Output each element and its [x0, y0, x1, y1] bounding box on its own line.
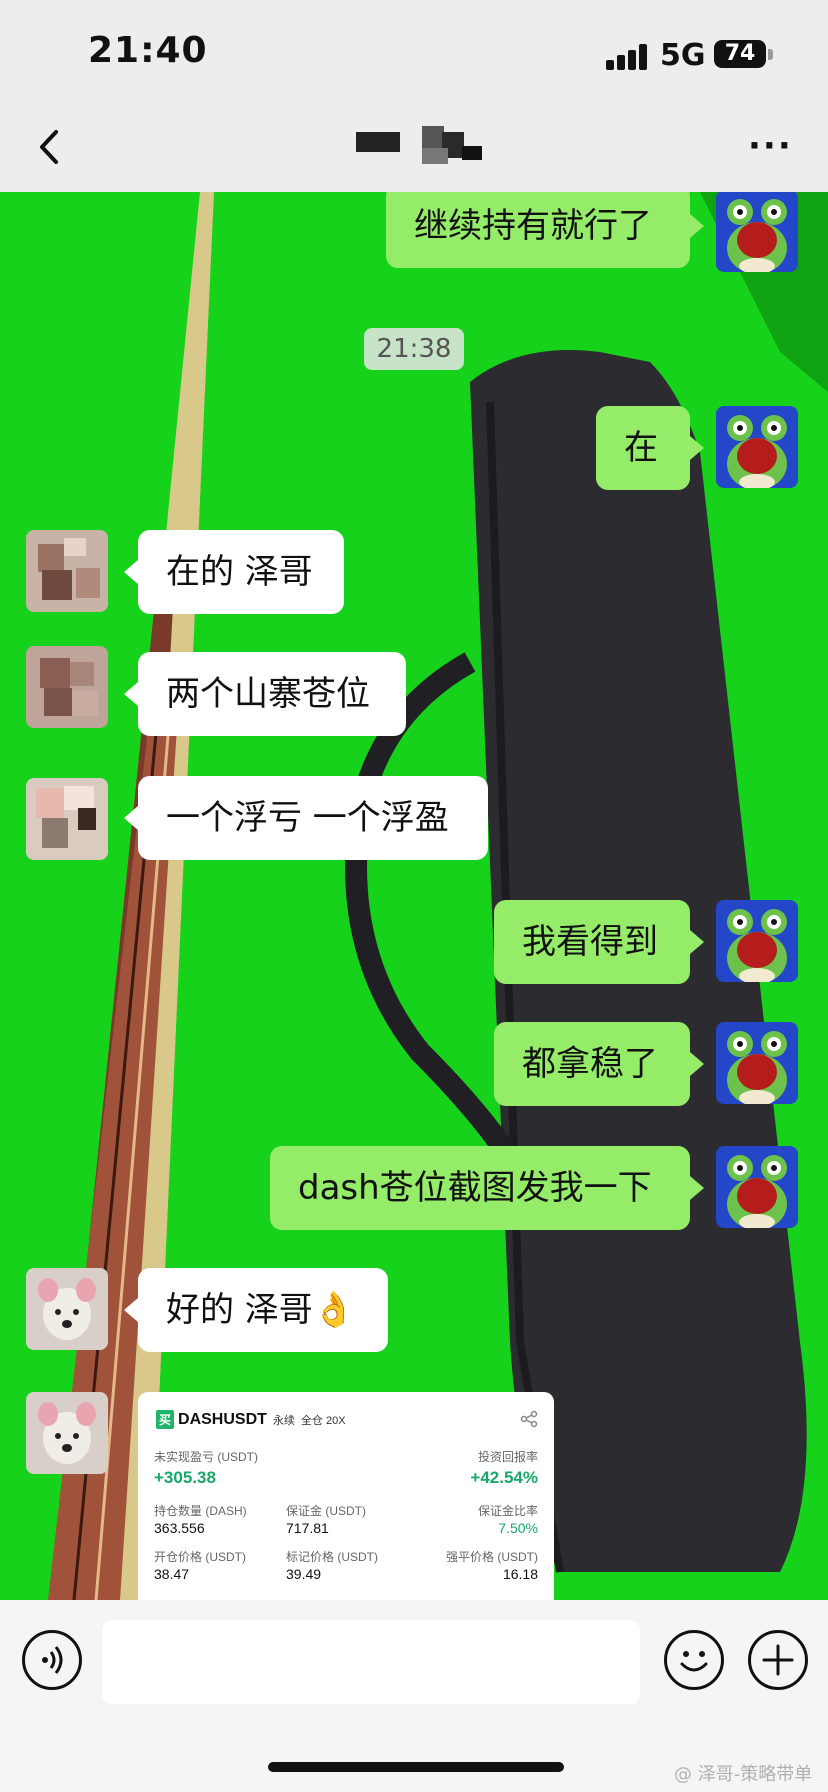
message-bubble-contact[interactable]: 一个浮亏 一个浮盈 — [138, 776, 488, 860]
back-button[interactable] — [30, 122, 70, 172]
message-bubble-me[interactable]: 继续持有就行了 — [386, 192, 690, 268]
contact-avatar[interactable] — [26, 1392, 108, 1474]
dog-avatar-icon — [26, 1268, 108, 1350]
battery-tip — [768, 49, 773, 60]
input-bar: @ 泽哥-策略带单 — [0, 1600, 828, 1792]
mark-value: 39.49 — [286, 1566, 322, 1582]
chat-header: ··· — [0, 100, 828, 192]
chat-area: 继续持有就行了 21:38 在 在的 泽哥 两个山寨苍位 一个浮亏 一个浮盈 我… — [0, 192, 828, 1600]
frog-avatar-icon — [716, 192, 798, 272]
contact-avatar[interactable] — [26, 778, 108, 860]
contact-avatar[interactable] — [26, 646, 108, 728]
entry-value: 38.47 — [154, 1566, 190, 1582]
position-screenshot-card[interactable]: 买 DASHUSDT 永续 全仓 20X 未实现盈亏 (USDT) +305.38 投… — [138, 1392, 554, 1600]
unrealized-value: +305.38 — [154, 1468, 216, 1487]
message-bubble-me[interactable]: 在 — [596, 406, 690, 490]
emoji-icon — [680, 1651, 708, 1672]
card-symbol-row: 买 DASHUSDT 永续 全仓 20X — [156, 1410, 346, 1429]
signal-icon — [606, 44, 650, 70]
my-avatar[interactable] — [716, 406, 798, 488]
share-icon — [520, 1410, 538, 1428]
blurred-avatar-icon — [26, 530, 108, 612]
emoji-button[interactable] — [664, 1630, 724, 1690]
dog-avatar-icon — [26, 1392, 108, 1474]
unrealized-label: 未实现盈亏 (USDT) — [154, 1450, 258, 1464]
plus-icon — [762, 1644, 794, 1676]
frog-avatar-icon — [716, 1146, 798, 1228]
qty-value: 363.556 — [154, 1520, 205, 1536]
message-bubble-me[interactable]: 都拿稳了 — [494, 1022, 690, 1106]
frog-avatar-icon — [716, 1022, 798, 1104]
frog-avatar-icon — [716, 900, 798, 982]
message-bubble-me[interactable]: 我看得到 — [494, 900, 690, 984]
message-bubble-contact[interactable]: 在的 泽哥 — [138, 530, 344, 614]
liq-value: 16.18 — [502, 1566, 538, 1582]
voice-button[interactable] — [22, 1630, 82, 1690]
contact-name-redacted — [350, 122, 500, 172]
time-divider: 21:38 — [364, 328, 464, 370]
message-bubble-contact[interactable]: 好的 泽哥👌 — [138, 1268, 388, 1352]
roi-value: +42.54% — [470, 1468, 538, 1487]
chat-background-image — [0, 192, 828, 1600]
my-avatar[interactable] — [716, 900, 798, 982]
symbol: DASHUSDT — [178, 1411, 267, 1428]
my-avatar[interactable] — [716, 1022, 798, 1104]
more-button[interactable]: ··· — [748, 126, 793, 166]
margin-label: 保证金 (USDT) — [286, 1504, 366, 1518]
blurred-avatar-icon — [26, 778, 108, 860]
roi-label: 投资回报率 — [477, 1450, 538, 1464]
frog-avatar-icon — [716, 406, 798, 488]
home-indicator — [268, 1762, 564, 1772]
perp-tag: 永续 — [272, 1415, 295, 1427]
battery-icon: 74 — [714, 40, 766, 68]
message-bubble-contact[interactable]: 两个山寨苍位 — [138, 652, 406, 736]
contact-avatar[interactable] — [26, 1268, 108, 1350]
buy-tag: 买 — [156, 1410, 175, 1429]
qty-label: 持仓数量 (DASH) — [154, 1504, 247, 1518]
message-bubble-me[interactable]: dash苍位截图发我一下 — [270, 1146, 690, 1230]
message-input[interactable] — [102, 1620, 640, 1704]
margin-value: 717.81 — [286, 1520, 329, 1536]
status-time: 21:40 — [88, 30, 208, 71]
blurred-avatar-icon — [26, 646, 108, 728]
voice-icon — [42, 1646, 63, 1674]
liq-label: 强平价格 (USDT) — [446, 1550, 538, 1564]
more-actions-button[interactable] — [748, 1630, 808, 1690]
watermark-text: @ 泽哥-策略带单 — [674, 1764, 813, 1785]
my-avatar[interactable] — [716, 1146, 798, 1228]
mode-tag: 全仓 20X — [300, 1415, 346, 1427]
network-type: 5G — [660, 38, 706, 73]
status-bar: 21:40 5G 74 — [0, 0, 828, 100]
chevron-left-icon — [40, 130, 58, 164]
entry-label: 开仓价格 (USDT) — [154, 1550, 246, 1564]
margin-ratio-value: 7.50% — [498, 1520, 538, 1536]
mark-label: 标记价格 (USDT) — [286, 1550, 378, 1564]
contact-avatar[interactable] — [26, 530, 108, 612]
my-avatar[interactable] — [716, 192, 798, 272]
margin-ratio-label: 保证金比率 — [477, 1504, 538, 1518]
